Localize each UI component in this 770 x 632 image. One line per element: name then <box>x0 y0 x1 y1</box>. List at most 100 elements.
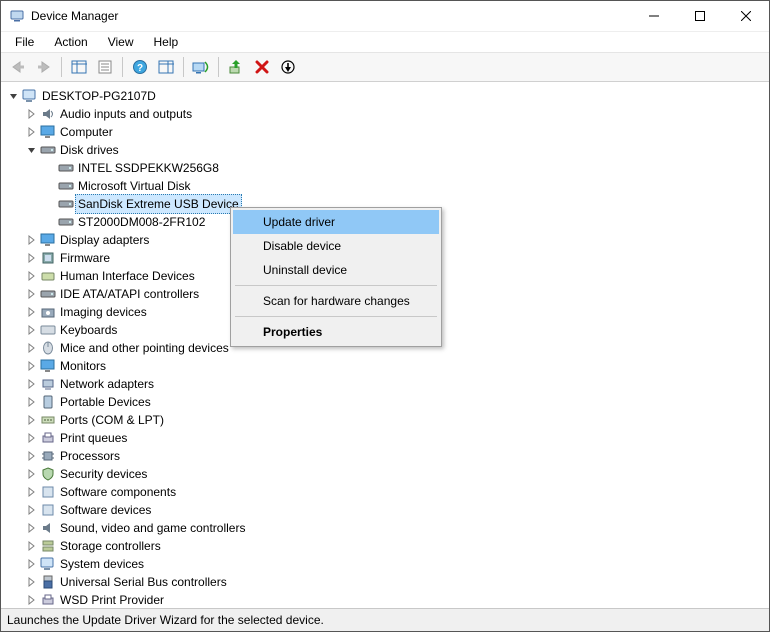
toolbar: ? <box>1 52 769 82</box>
tree-device[interactable]: Microsoft Virtual Disk <box>7 177 769 195</box>
expand-icon[interactable] <box>25 323 39 337</box>
expand-icon[interactable] <box>25 449 39 463</box>
tree-item-label: ST2000DM008-2FR102 <box>75 213 208 231</box>
expand-icon[interactable] <box>25 431 39 445</box>
tree-item-label: Software components <box>57 483 179 501</box>
device-icon <box>39 502 57 518</box>
expand-icon[interactable] <box>25 125 39 139</box>
back-button[interactable] <box>6 55 30 79</box>
expand-icon[interactable] <box>25 413 39 427</box>
forward-button[interactable] <box>32 55 56 79</box>
menu-file[interactable]: File <box>7 33 42 51</box>
tree-category[interactable]: Security devices <box>7 465 769 483</box>
tree-category[interactable]: Audio inputs and outputs <box>7 105 769 123</box>
collapse-icon[interactable] <box>25 143 39 157</box>
toolbar-separator <box>122 57 123 77</box>
tree-category[interactable]: Disk drives <box>7 141 769 159</box>
tree-item-label: Ports (COM & LPT) <box>57 411 167 429</box>
tree-item-label: Display adapters <box>57 231 152 249</box>
context-menu: Update driver Disable device Uninstall d… <box>230 207 442 347</box>
collapse-icon[interactable] <box>7 89 21 103</box>
device-icon <box>39 322 57 338</box>
tree-item-label: Human Interface Devices <box>57 267 198 285</box>
menu-help[interactable]: Help <box>146 33 187 51</box>
status-text: Launches the Update Driver Wizard for th… <box>7 613 324 627</box>
expand-icon[interactable] <box>25 233 39 247</box>
minimize-button[interactable] <box>631 1 677 31</box>
device-icon <box>39 592 57 608</box>
tree-category[interactable]: Processors <box>7 447 769 465</box>
tree-device[interactable]: INTEL SSDPEKKW256G8 <box>7 159 769 177</box>
expand-icon[interactable] <box>25 359 39 373</box>
properties-button[interactable] <box>93 55 117 79</box>
tree-category[interactable]: Ports (COM & LPT) <box>7 411 769 429</box>
device-icon <box>39 358 57 374</box>
update-driver-button[interactable] <box>224 55 248 79</box>
tree-category[interactable]: Storage controllers <box>7 537 769 555</box>
expand-icon[interactable] <box>25 467 39 481</box>
context-scan-hardware[interactable]: Scan for hardware changes <box>233 289 439 313</box>
tree-category[interactable]: Software devices <box>7 501 769 519</box>
expand-icon[interactable] <box>25 521 39 535</box>
context-properties[interactable]: Properties <box>233 320 439 344</box>
tree-category[interactable]: Print queues <box>7 429 769 447</box>
expand-icon[interactable] <box>25 593 39 607</box>
tree-item-label: Audio inputs and outputs <box>57 105 195 123</box>
expand-icon[interactable] <box>25 557 39 571</box>
tree-item-label: Processors <box>57 447 123 465</box>
help-button[interactable]: ? <box>128 55 152 79</box>
expand-icon[interactable] <box>25 575 39 589</box>
tree-item-label: DESKTOP-PG2107D <box>39 87 159 105</box>
tree-item-label: Portable Devices <box>57 393 154 411</box>
tree-root[interactable]: DESKTOP-PG2107D <box>7 87 769 105</box>
tree-item-label: Storage controllers <box>57 537 164 555</box>
tree-item-label: Security devices <box>57 465 150 483</box>
menu-action[interactable]: Action <box>46 33 95 51</box>
tree-category[interactable]: Universal Serial Bus controllers <box>7 573 769 591</box>
expand-icon[interactable] <box>25 269 39 283</box>
tree-category[interactable]: Portable Devices <box>7 393 769 411</box>
context-separator <box>235 285 437 286</box>
device-icon <box>39 520 57 536</box>
tree-item-label: Microsoft Virtual Disk <box>75 177 193 195</box>
uninstall-device-button[interactable] <box>250 55 274 79</box>
tree-item-label: Imaging devices <box>57 303 150 321</box>
tree-item-label: Disk drives <box>57 141 122 159</box>
tree-arrow-spacer <box>43 197 57 211</box>
svg-text:?: ? <box>137 63 143 74</box>
context-disable-device[interactable]: Disable device <box>233 234 439 258</box>
toolbar-separator <box>183 57 184 77</box>
tree-category[interactable]: Software components <box>7 483 769 501</box>
show-hide-console-tree-button[interactable] <box>67 55 91 79</box>
expand-icon[interactable] <box>25 503 39 517</box>
device-icon <box>39 394 57 410</box>
tree-category[interactable]: System devices <box>7 555 769 573</box>
expand-icon[interactable] <box>25 485 39 499</box>
context-update-driver[interactable]: Update driver <box>233 210 439 234</box>
device-icon <box>39 268 57 284</box>
tree-category[interactable]: Network adapters <box>7 375 769 393</box>
maximize-button[interactable] <box>677 1 723 31</box>
close-button[interactable] <box>723 1 769 31</box>
expand-icon[interactable] <box>25 395 39 409</box>
disable-device-button[interactable] <box>276 55 300 79</box>
tree-category[interactable]: Sound, video and game controllers <box>7 519 769 537</box>
tree-category[interactable]: Computer <box>7 123 769 141</box>
expand-icon[interactable] <box>25 341 39 355</box>
context-uninstall-device[interactable]: Uninstall device <box>233 258 439 282</box>
expand-icon[interactable] <box>25 305 39 319</box>
expand-icon[interactable] <box>25 377 39 391</box>
tree-category[interactable]: WSD Print Provider <box>7 591 769 608</box>
expand-icon[interactable] <box>25 287 39 301</box>
action-pane-button[interactable] <box>154 55 178 79</box>
expand-icon[interactable] <box>25 251 39 265</box>
device-icon <box>39 466 57 482</box>
scan-hardware-button[interactable] <box>189 55 213 79</box>
tree-category[interactable]: Monitors <box>7 357 769 375</box>
tree-item-label: Print queues <box>57 429 130 447</box>
menu-view[interactable]: View <box>100 33 142 51</box>
expand-icon[interactable] <box>25 539 39 553</box>
expand-icon[interactable] <box>25 107 39 121</box>
device-icon <box>39 142 57 158</box>
device-icon <box>39 304 57 320</box>
